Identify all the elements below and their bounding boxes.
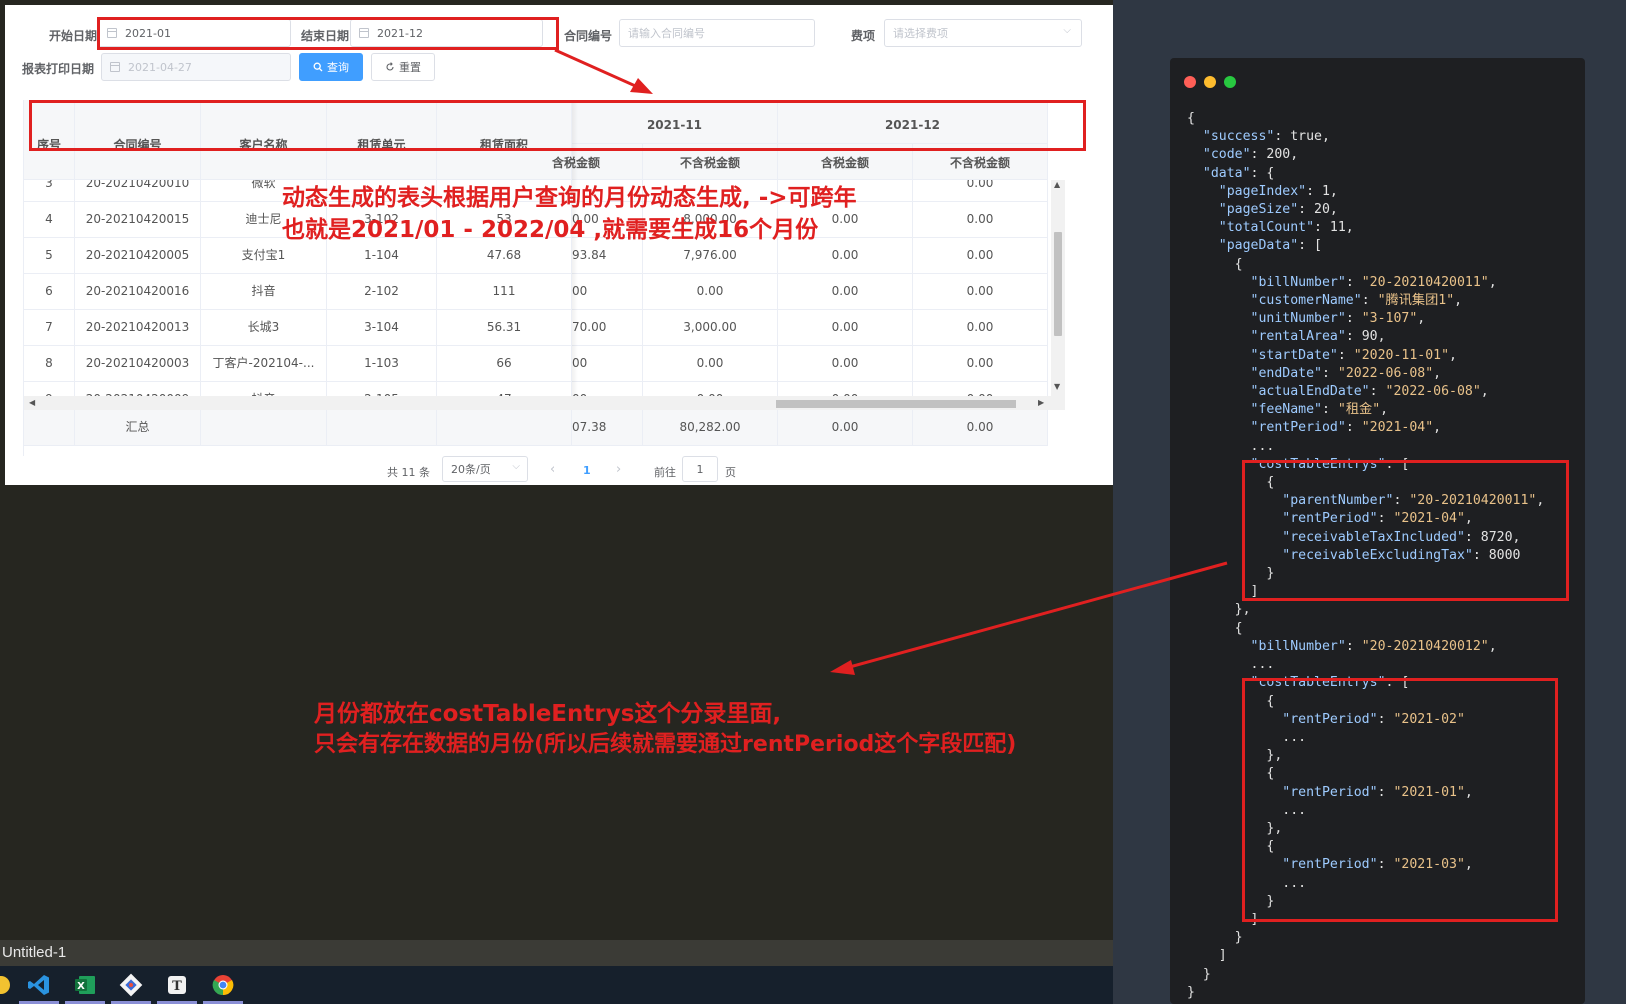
annotation-arrow [554,48,641,90]
annotation-arrow-head [630,78,653,94]
annotation-arrow-head [830,660,855,675]
annotation-header-note-line2: 也就是2021/01 - 2022/04 ,就需要生成16个月份 [282,217,819,243]
annotation-entries-note-line2: 只会有存在数据的月份(所以后续就需要通过rentPeriod这个字段匹配) [314,732,1017,757]
annotation-arrow [845,561,1228,670]
annotation-header-note-line1: 动态生成的表头根据用户查询的月份动态生成, ->可跨年 [282,185,857,211]
annotation-entries-note-line1: 月份都放在costTableEntrys这个分录里面, [314,701,782,727]
annotation-arrows [554,48,1228,675]
